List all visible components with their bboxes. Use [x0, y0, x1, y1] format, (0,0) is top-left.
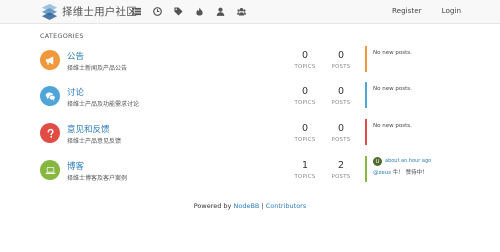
- top-navbar: 择维士用户社区 Register Login: [0, 0, 500, 24]
- auth-links: Register Login: [372, 6, 461, 15]
- posts-number: 0: [337, 86, 345, 97]
- topics-label: TOPICS: [294, 137, 316, 143]
- posts-count: 0 POSTS: [321, 86, 361, 106]
- fire-icon[interactable]: [194, 6, 204, 16]
- recent-post-text: No new posts.: [373, 50, 412, 56]
- posts-count: 2 POSTS: [321, 160, 361, 180]
- category-description: 择维士产品及功能需求讨论: [67, 101, 140, 108]
- recent-post-content: @zeus 牛！ 赞待中！: [373, 168, 428, 176]
- category-row: 意见和反馈 择维士产品意见反馈 0 TOPICS 0 POSTS No new …: [40, 119, 460, 163]
- list-icon[interactable]: [131, 6, 141, 16]
- topics-number: 0: [301, 123, 309, 134]
- avatar[interactable]: U: [373, 157, 382, 166]
- posts-label: POSTS: [331, 64, 351, 70]
- topics-number: 0: [301, 50, 309, 61]
- recent-post-bar: [365, 46, 367, 72]
- recent-post-bar: [365, 119, 367, 145]
- category-name[interactable]: 博客: [67, 160, 84, 172]
- category-name[interactable]: 讨论: [67, 86, 84, 98]
- clock-icon[interactable]: [152, 6, 162, 16]
- footer-separator: |: [261, 202, 264, 210]
- tags-icon[interactable]: [173, 6, 183, 16]
- recent-post-user[interactable]: @zeus: [373, 170, 391, 176]
- topics-count: 0 TOPICS: [285, 123, 325, 143]
- category-description: 择维士博客及客户案例: [67, 175, 128, 182]
- category-row: 博客 择维士博客及客户案例 1 TOPICS 2 POSTS U about a…: [40, 156, 460, 200]
- recent-post-text: 牛！ 赞待中！: [392, 170, 428, 176]
- login-link[interactable]: Login: [442, 6, 461, 15]
- category-name[interactable]: 意见和反馈: [67, 123, 110, 135]
- recent-post-text: No new posts.: [373, 86, 412, 92]
- category-row: 公告 择维士新闻及产品公告 0 TOPICS 0 POSTS No new po…: [40, 46, 460, 90]
- brand-title: 择维士用户社区: [62, 6, 137, 18]
- nodebb-link[interactable]: NodeBB: [234, 202, 260, 210]
- recent-post-bar: [365, 82, 367, 108]
- posts-number: 2: [337, 160, 345, 171]
- section-title: CATEGORIES: [40, 32, 84, 40]
- posts-number: 0: [337, 123, 345, 134]
- topics-label: TOPICS: [294, 174, 316, 180]
- category-row: 讨论 择维士产品及功能需求讨论 0 TOPICS 0 POSTS No new …: [40, 82, 460, 126]
- posts-label: POSTS: [331, 137, 351, 143]
- category-description: 择维士新闻及产品公告: [67, 65, 128, 72]
- comments-icon[interactable]: [40, 86, 60, 106]
- recent-post-text: No new posts.: [373, 123, 412, 129]
- nav-icons: [131, 6, 257, 16]
- posts-count: 0 POSTS: [321, 123, 361, 143]
- topics-label: TOPICS: [294, 64, 316, 70]
- bullhorn-icon[interactable]: [40, 50, 60, 70]
- posts-label: POSTS: [331, 100, 351, 106]
- topics-count: 0 TOPICS: [285, 86, 325, 106]
- category-description: 择维士产品意见反馈: [67, 138, 122, 145]
- posts-number: 0: [337, 50, 345, 61]
- footer: Powered by NodeBB | Contributors: [0, 202, 500, 210]
- footer-prefix: Powered by: [193, 202, 232, 210]
- posts-label: POSTS: [331, 174, 351, 180]
- brand[interactable]: 择维士用户社区: [41, 3, 137, 20]
- users-icon[interactable]: [236, 6, 246, 16]
- user-icon[interactable]: [215, 6, 225, 16]
- category-name[interactable]: 公告: [67, 50, 84, 62]
- topics-count: 0 TOPICS: [285, 50, 325, 70]
- posts-count: 0 POSTS: [321, 50, 361, 70]
- recent-post-bar: [365, 156, 367, 182]
- topics-label: TOPICS: [294, 100, 316, 106]
- contributors-link[interactable]: Contributors: [266, 202, 307, 210]
- topics-number: 0: [301, 86, 309, 97]
- register-link[interactable]: Register: [392, 6, 422, 15]
- recent-post-time[interactable]: about an hour ago: [385, 158, 431, 164]
- question-icon[interactable]: [40, 123, 60, 143]
- laptop-icon[interactable]: [40, 160, 60, 180]
- topics-count: 1 TOPICS: [285, 160, 325, 180]
- logo-icon: [41, 3, 58, 20]
- topics-number: 1: [301, 160, 309, 171]
